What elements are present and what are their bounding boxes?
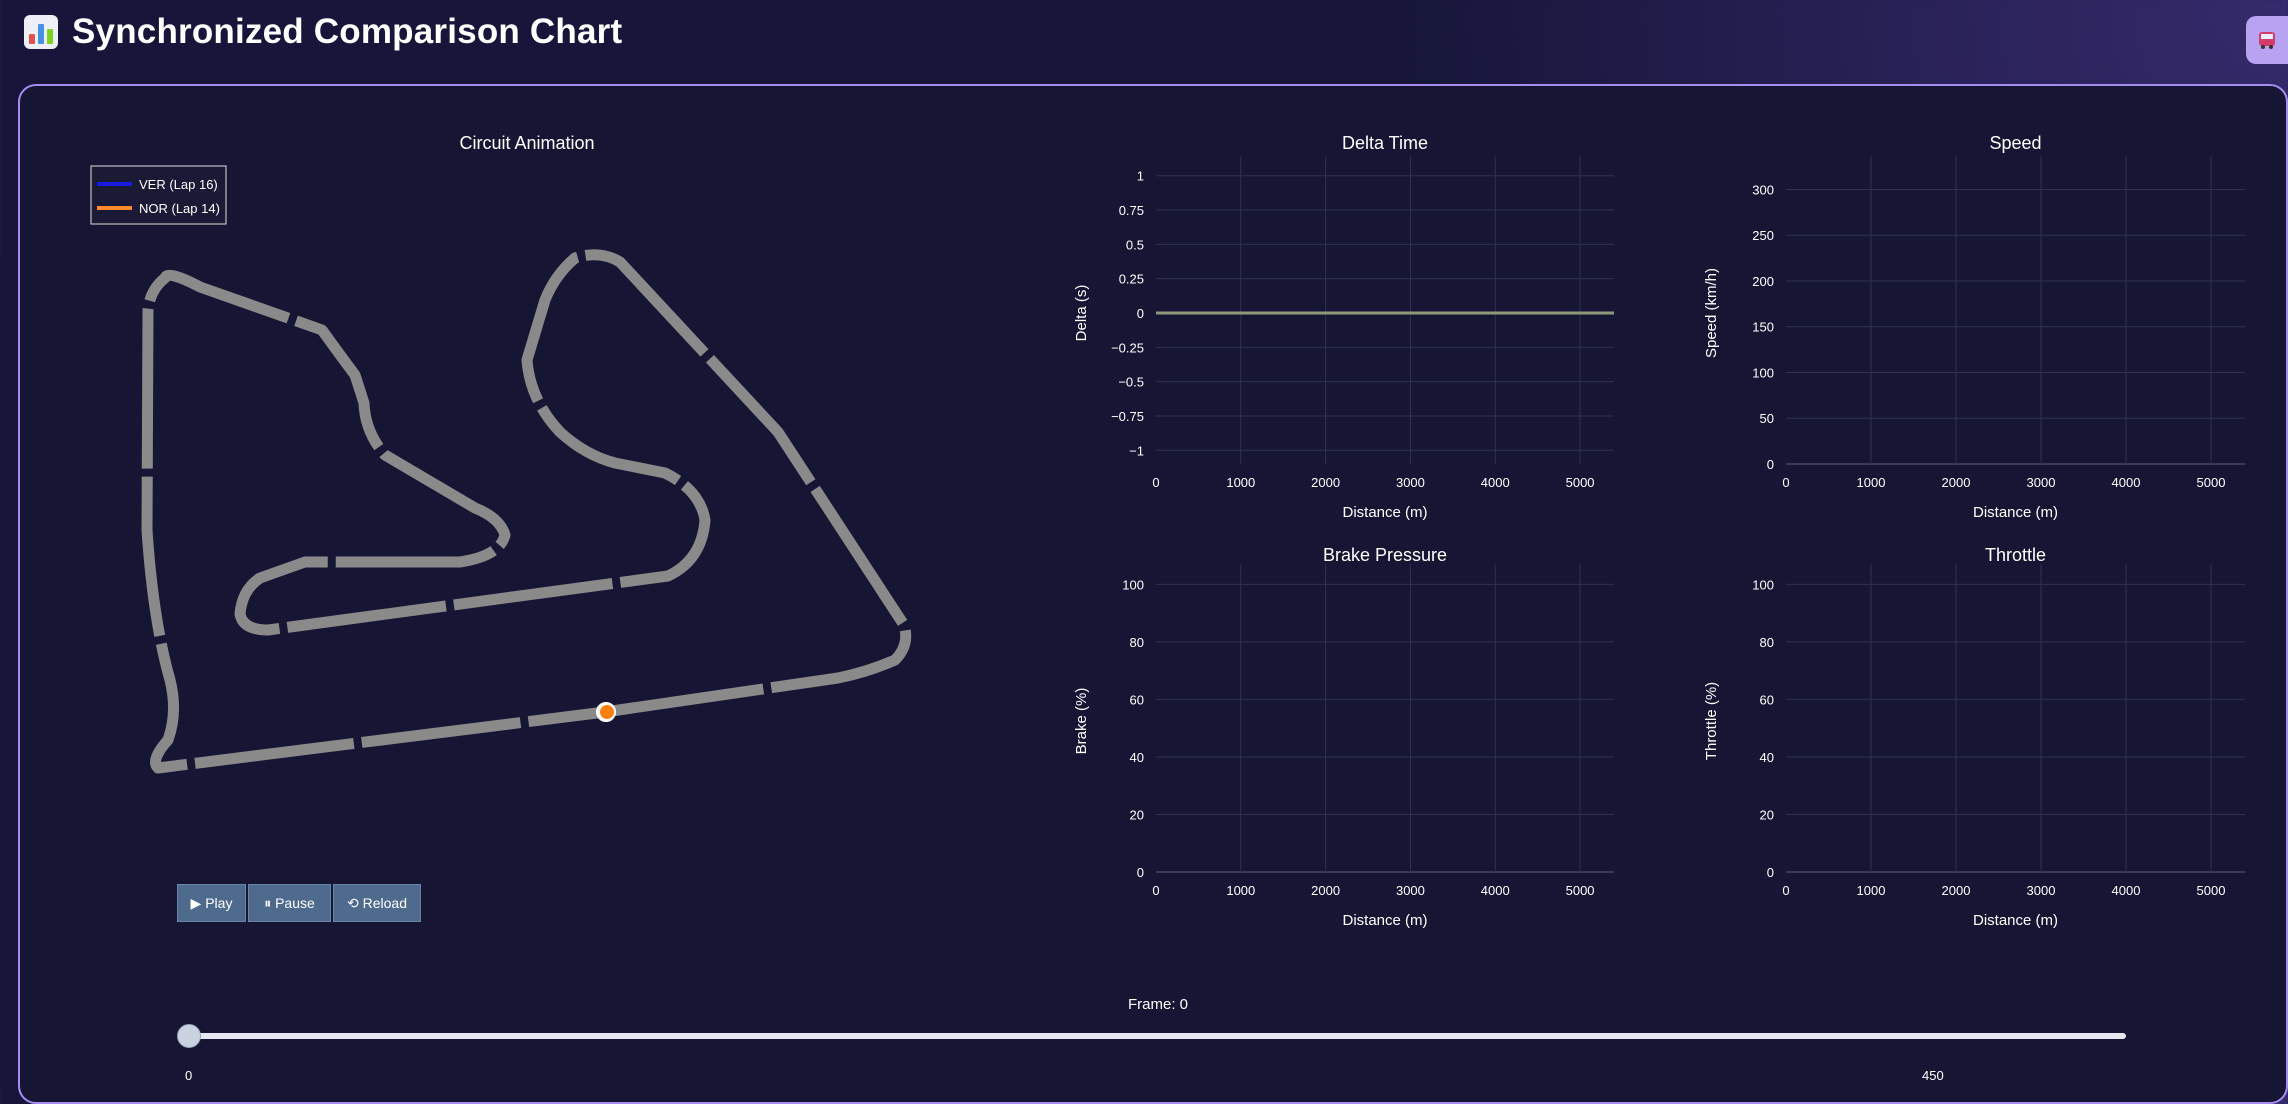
throttle-ytick-label: 0 xyxy=(1767,865,1774,880)
delta-time-ytick-label: 0 xyxy=(1137,306,1144,321)
brake-pressure-xtick-label: 0 xyxy=(1152,883,1159,898)
pause-button[interactable]: ⏸ Pause xyxy=(248,884,331,922)
brake-pressure-xtick-label: 4000 xyxy=(1481,883,1510,898)
throttle-ytick-label: 40 xyxy=(1760,750,1774,765)
frame-slider-track[interactable] xyxy=(188,1033,2126,1039)
speed-ytick-label: 100 xyxy=(1752,365,1774,380)
speed-ytick-label: 300 xyxy=(1752,182,1774,197)
throttle-ytick-label: 100 xyxy=(1752,577,1774,592)
speed-ytick-label: 0 xyxy=(1767,457,1774,472)
throttle-xtick-label: 4000 xyxy=(2112,883,2141,898)
speed-xtick-label: 4000 xyxy=(2112,475,2141,490)
throttle-xtick-label: 5000 xyxy=(2197,883,2226,898)
slider-min-label: 0 xyxy=(185,1068,193,1083)
throttle-xtick-label: 3000 xyxy=(2027,883,2056,898)
delta-time-ytick-label: 1 xyxy=(1137,169,1144,184)
throttle-ytick-label: 60 xyxy=(1760,692,1774,707)
brake-pressure-xlabel: Distance (m) xyxy=(1342,912,1427,929)
brake-pressure-xtick-label: 1000 xyxy=(1226,883,1255,898)
delta-time-ylabel: Delta (s) xyxy=(1073,285,1090,342)
slider-max-label: 450 xyxy=(1922,1068,1944,1083)
brake-pressure-ytick-label: 100 xyxy=(1122,577,1144,592)
throttle-xtick-label: 1000 xyxy=(1857,883,1886,898)
delta-time-ytick-label: 0.25 xyxy=(1119,272,1144,287)
brake-pressure-xtick-label: 5000 xyxy=(1566,883,1595,898)
delta-time-ytick-label: 0.5 xyxy=(1126,237,1144,252)
frame-slider-thumb[interactable] xyxy=(177,1024,201,1048)
delta-time-xtick-label: 5000 xyxy=(1566,475,1595,490)
brake-pressure-ytick-label: 0 xyxy=(1137,865,1144,880)
brake-pressure-xtick-label: 3000 xyxy=(1396,883,1425,898)
throttle-xlabel: Distance (m) xyxy=(1973,912,2058,929)
delta-time-ytick-label: −0.75 xyxy=(1111,409,1144,424)
speed-ytick-label: 50 xyxy=(1760,411,1774,426)
throttle-title: Throttle xyxy=(1985,545,2046,565)
delta-time-xtick-label: 1000 xyxy=(1226,475,1255,490)
delta-time-ytick-label: −1 xyxy=(1129,443,1144,458)
throttle-ytick-label: 20 xyxy=(1760,807,1774,822)
delta-time-xtick-label: 2000 xyxy=(1311,475,1340,490)
delta-time-ytick-label: 0.75 xyxy=(1119,203,1144,218)
brake-pressure-xtick-label: 2000 xyxy=(1311,883,1340,898)
delta-time-xtick-label: 4000 xyxy=(1481,475,1510,490)
speed-xlabel: Distance (m) xyxy=(1973,504,2058,521)
telemetry-charts: Delta Time 1 0.75 0.5 0.25 0 −0.25 −0.5 −0.75 −1 0… xyxy=(1073,133,2245,929)
speed-ytick-label: 200 xyxy=(1752,274,1774,289)
play-button[interactable]: ▶ Play xyxy=(177,884,246,922)
speed-ylabel: Speed (km/h) xyxy=(1703,268,1720,358)
delta-time-ytick-label: −0.5 xyxy=(1118,375,1144,390)
frame-label: Frame: 0 xyxy=(1128,996,1189,1013)
throttle-xtick-label: 2000 xyxy=(1942,883,1971,898)
delta-time-xlabel: Distance (m) xyxy=(1342,504,1427,521)
brake-pressure-ytick-label: 60 xyxy=(1130,692,1144,707)
speed-ytick-label: 150 xyxy=(1752,320,1774,335)
delta-time-title: Delta Time xyxy=(1342,133,1428,153)
brake-pressure-ytick-label: 40 xyxy=(1130,750,1144,765)
throttle-xtick-label: 0 xyxy=(1782,883,1789,898)
speed-ytick-label: 250 xyxy=(1752,228,1774,243)
throttle-ytick-label: 80 xyxy=(1760,635,1774,650)
delta-time-xtick-label: 3000 xyxy=(1396,475,1425,490)
speed-xtick-label: 3000 xyxy=(2027,475,2056,490)
speed-title: Speed xyxy=(1989,133,2041,153)
delta-time-xtick-label: 0 xyxy=(1152,475,1159,490)
speed-xtick-label: 2000 xyxy=(1942,475,1971,490)
delta-time-ytick-label: −0.25 xyxy=(1111,340,1144,355)
brake-pressure-title: Brake Pressure xyxy=(1323,545,1447,565)
reload-button[interactable]: ⟲ Reload xyxy=(333,884,421,922)
speed-xtick-label: 5000 xyxy=(2197,475,2226,490)
throttle-ylabel: Throttle (%) xyxy=(1703,682,1720,760)
brake-pressure-ytick-label: 20 xyxy=(1130,807,1144,822)
speed-xtick-label: 1000 xyxy=(1857,475,1886,490)
brake-pressure-ytick-label: 80 xyxy=(1130,635,1144,650)
speed-xtick-label: 0 xyxy=(1782,475,1789,490)
brake-pressure-ylabel: Brake (%) xyxy=(1073,688,1090,755)
